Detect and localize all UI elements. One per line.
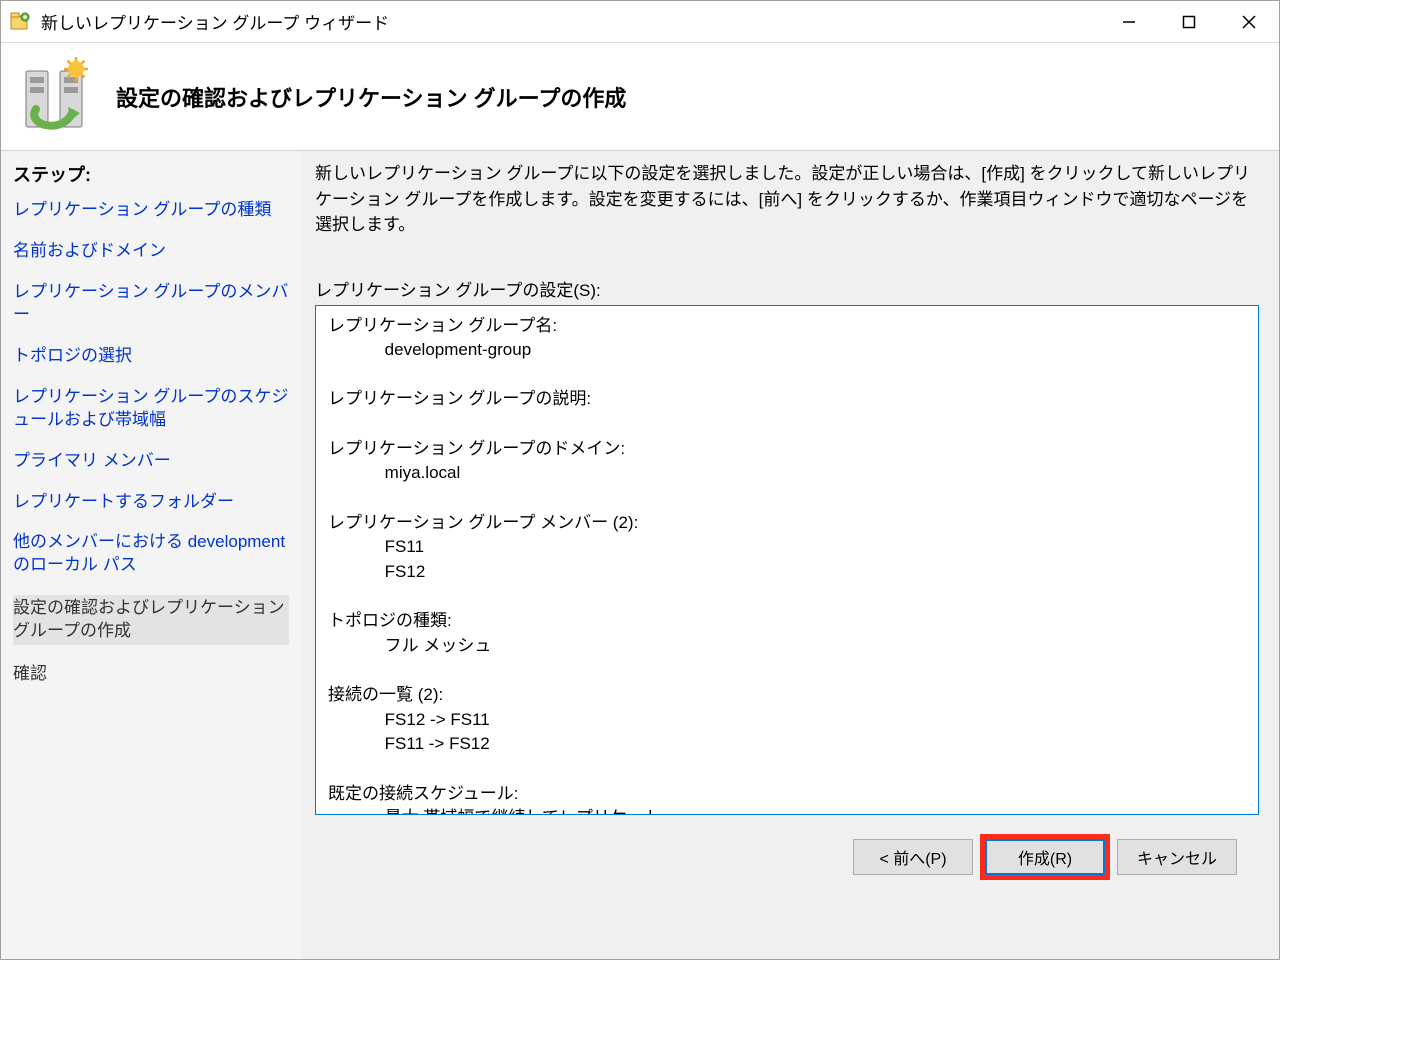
- header-banner: 設定の確認およびレプリケーション グループの作成: [1, 43, 1279, 151]
- settings-textbox[interactable]: レプリケーション グループ名: development-group レプリケーシ…: [315, 305, 1259, 815]
- step-primary-member[interactable]: プライマリ メンバー: [13, 450, 289, 473]
- step-local-path[interactable]: 他のメンバーにおける development のローカル パス: [13, 531, 289, 577]
- close-button[interactable]: [1219, 1, 1279, 42]
- step-members[interactable]: レプリケーション グループのメンバー: [13, 281, 289, 327]
- step-folders[interactable]: レプリケートするフォルダー: [13, 491, 289, 514]
- wizard-icon: [13, 54, 98, 139]
- window-title: 新しいレプリケーション グループ ウィザード: [41, 9, 1099, 34]
- create-button[interactable]: 作成(R): [985, 839, 1105, 875]
- step-topology[interactable]: トポロジの選択: [13, 345, 289, 368]
- step-name-domain[interactable]: 名前およびドメイン: [13, 240, 289, 263]
- minimize-button[interactable]: [1099, 1, 1159, 42]
- wizard-window: 新しいレプリケーション グループ ウィザード: [0, 0, 1280, 960]
- instruction-text: 新しいレプリケーション グループに以下の設定を選択しました。設定が正しい場合は、…: [315, 161, 1259, 238]
- step-schedule-bandwidth[interactable]: レプリケーション グループのスケジュールおよび帯域幅: [13, 386, 289, 432]
- main-panel: 新しいレプリケーション グループに以下の設定を選択しました。設定が正しい場合は、…: [301, 151, 1279, 959]
- page-title: 設定の確認およびレプリケーション グループの作成: [116, 81, 626, 113]
- step-review-create[interactable]: 設定の確認およびレプリケーション グループの作成: [13, 595, 289, 645]
- cancel-button[interactable]: キャンセル: [1117, 839, 1237, 875]
- body-area: ステップ: レプリケーション グループの種類 名前およびドメイン レプリケーショ…: [1, 151, 1279, 959]
- window-controls: [1099, 1, 1279, 42]
- maximize-button[interactable]: [1159, 1, 1219, 42]
- titlebar: 新しいレプリケーション グループ ウィザード: [1, 1, 1279, 43]
- step-group-type[interactable]: レプリケーション グループの種類: [13, 199, 289, 222]
- settings-label: レプリケーション グループの設定(S):: [315, 276, 1259, 301]
- back-button[interactable]: < 前へ(P): [853, 839, 973, 875]
- wizard-button-bar: < 前へ(P) 作成(R) キャンセル: [315, 815, 1259, 900]
- steps-heading: ステップ:: [13, 161, 289, 187]
- step-confirm[interactable]: 確認: [13, 663, 289, 686]
- window-icon: [9, 11, 31, 33]
- steps-sidebar: ステップ: レプリケーション グループの種類 名前およびドメイン レプリケーショ…: [1, 151, 301, 959]
